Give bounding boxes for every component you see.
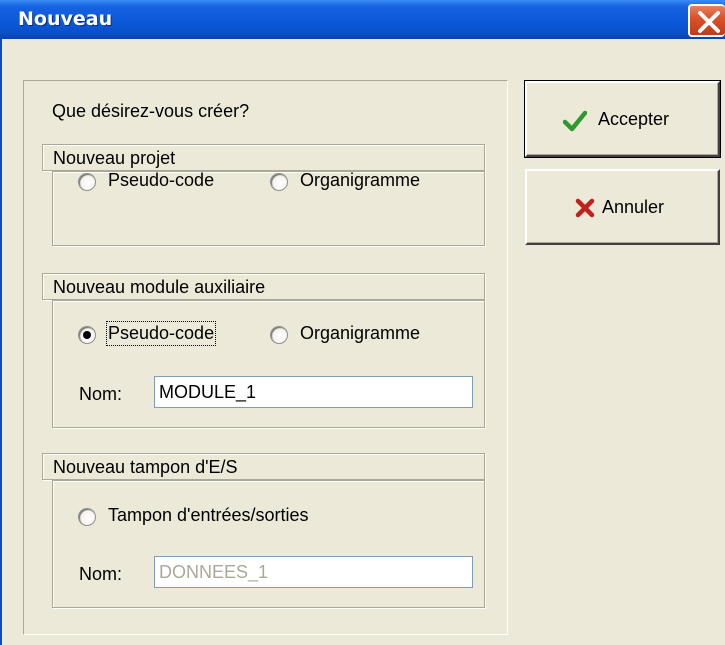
- accept-button[interactable]: Accepter: [524, 80, 721, 158]
- close-button[interactable]: [688, 4, 725, 37]
- group-module-title: Nouveau module auxiliaire: [53, 277, 266, 297]
- close-icon: [698, 11, 720, 33]
- group-module-header: Nouveau module auxiliaire: [42, 273, 485, 300]
- window-border: [0, 39, 2, 645]
- accept-label: Accepter: [598, 109, 670, 129]
- cancel-button[interactable]: Annuler: [525, 169, 720, 245]
- group-projet-header: Nouveau projet: [42, 144, 485, 171]
- module-name-label: Nom:: [79, 384, 123, 404]
- projet-organigramme-radio[interactable]: [270, 173, 288, 191]
- tampon-name-input[interactable]: [154, 556, 473, 588]
- projet-pseudocode-label[interactable]: Pseudo-code: [108, 170, 214, 191]
- module-pseudocode-radio[interactable]: [78, 326, 96, 344]
- title-bar[interactable]: Nouveau: [0, 0, 725, 39]
- module-name-input[interactable]: [154, 376, 473, 408]
- group-module-body: [52, 300, 485, 428]
- group-tampon-title: Nouveau tampon d'E/S: [53, 457, 238, 477]
- group-tampon-body: [52, 480, 485, 608]
- module-pseudocode-label[interactable]: Pseudo-code: [105, 321, 217, 346]
- cross-icon: [575, 198, 595, 218]
- window-title: Nouveau: [18, 8, 113, 30]
- tampon-name-label: Nom:: [79, 564, 123, 584]
- module-organigramme-radio[interactable]: [270, 326, 288, 344]
- projet-pseudocode-radio[interactable]: [78, 173, 96, 191]
- radio-selected-dot: [83, 331, 91, 339]
- cancel-label: Annuler: [602, 197, 665, 217]
- group-projet-title: Nouveau projet: [53, 148, 176, 168]
- module-organigramme-label[interactable]: Organigramme: [300, 323, 420, 344]
- checkmark-icon: [563, 110, 587, 132]
- prompt-label: Que désirez-vous créer?: [52, 101, 250, 121]
- tampon-radio[interactable]: [78, 508, 96, 526]
- group-tampon-header: Nouveau tampon d'E/S: [42, 453, 485, 480]
- tampon-label[interactable]: Tampon d'entrées/sorties: [108, 505, 309, 526]
- projet-organigramme-label[interactable]: Organigramme: [300, 170, 420, 191]
